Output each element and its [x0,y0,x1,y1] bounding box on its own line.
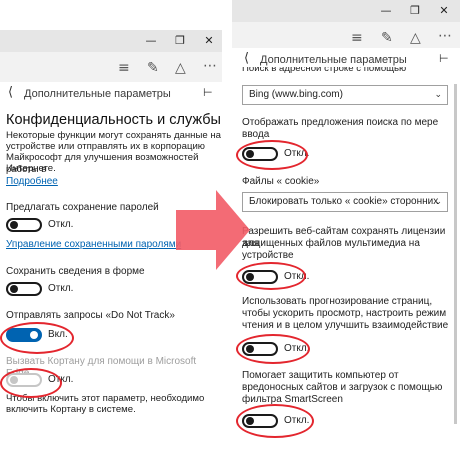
search-suggestions-label-2: ввода [242,129,270,140]
save-form-entries-label: Сохранить сведения в форме [6,266,145,277]
offer-save-passwords-label: Предлагать сохранение паролей [6,202,159,213]
smartscreen-label-2: вредоносных сайтов и загрузок с помощью [242,382,443,393]
more-icon[interactable]: ⋯ [203,58,217,74]
restore-icon[interactable]: ❐ [166,30,194,52]
page-prediction-label-3: чтения и в целом улучшить взаимодействие [242,320,449,331]
privacy-section-title: Конфиденциальность и службы [6,112,221,128]
close-icon[interactable]: ✕ [430,0,458,22]
right-settings-pane: ⟨ Дополнительные параметры ⊢ Поиск в адр… [232,48,460,449]
more-icon[interactable]: ⋯ [438,28,452,44]
highlight-ring-smartscreen [236,404,314,438]
close-icon[interactable]: ✕ [195,30,222,52]
pin-icon[interactable]: ⊢ [439,52,449,65]
smartscreen-label-3: фильтра SmartScreen [242,394,343,405]
address-bar-search-label: Поиск в адресной строке с помощью [242,67,407,73]
highlight-ring-cortana [0,368,62,398]
media-licenses-label-2: защищенных файлов мультимедиа на [242,238,420,249]
cortana-note-line-2: включить Кортану в системе. [6,404,136,415]
intro-line-2: устройстве или отправлять их в корпораци… [6,141,205,152]
share-icon[interactable]: △ [410,30,421,46]
do-not-track-label: Отправлять запросы «Do Not Track» [6,310,175,321]
toggle-knob [10,285,18,293]
save-form-entries-state: Откл. [48,283,74,294]
page-prediction-label-2: чтобы ускорить просмотр, настроить режим [242,308,447,319]
restore-icon[interactable]: ❐ [401,0,429,22]
back-arrow-icon[interactable]: ⟨ [8,85,13,100]
more-info-link[interactable]: Подробнее [6,176,58,187]
intro-line-4: Интернете. [6,163,56,174]
back-arrow-icon[interactable]: ⟨ [244,51,249,66]
minimize-icon[interactable]: — [372,0,400,22]
left-toolbar: ≡ ✎ △ ⋯ [0,52,222,86]
pane-header-title: Дополнительные параметры [260,54,407,66]
chevron-down-icon: ⌄ [434,90,442,100]
cookies-label: Файлы « cookie» [242,176,320,187]
pane-header-title: Дополнительные параметры [24,88,171,100]
intro-line-1: Некоторые функции могут сохранять данные… [6,130,222,141]
cookies-value: Блокировать только « cookie» сторонних [249,196,439,207]
save-form-entries-toggle[interactable] [6,282,42,296]
share-icon[interactable]: △ [175,60,186,76]
smartscreen-label-1: Помогает защитить компьютер от [242,370,399,381]
toggle-knob [10,221,18,229]
cookies-select[interactable]: Блокировать только « cookie» сторонних ⌄ [242,192,448,212]
search-engine-select[interactable]: Bing (www.bing.com) ⌄ [242,85,448,105]
minimize-icon[interactable]: — [137,30,165,52]
offer-save-passwords-toggle[interactable] [6,218,42,232]
search-suggestions-label-1: Отображать предложения поиска по мере [242,117,439,128]
right-window: — ❐ ✕ ≡ ✎ △ ⋯ ⟨ Дополнительные параметры… [232,0,460,449]
highlight-ring-dnt [0,322,74,354]
right-titlebar: — ❐ ✕ [232,0,460,22]
manage-passwords-link[interactable]: Управление сохраненными паролями [6,239,181,250]
chevron-down-icon: ⌄ [434,197,442,207]
note-icon[interactable]: ✎ [381,30,393,46]
pin-icon[interactable]: ⊢ [203,86,213,99]
search-engine-value: Bing (www.bing.com) [249,89,343,100]
page-prediction-label-1: Использовать прогнозирование страниц, [242,296,433,307]
scrollbar-thumb[interactable] [454,84,457,424]
offer-save-passwords-state: Откл. [48,219,74,230]
arrow-shape [176,190,250,270]
hub-icon[interactable]: ≡ [351,30,363,46]
hub-icon[interactable]: ≡ [118,60,130,76]
highlight-ring-prediction [236,334,310,364]
left-titlebar: — ❐ ✕ [0,30,222,52]
highlight-ring-suggestions [236,140,308,170]
right-arrow-icon [176,190,250,270]
note-icon[interactable]: ✎ [147,60,159,76]
